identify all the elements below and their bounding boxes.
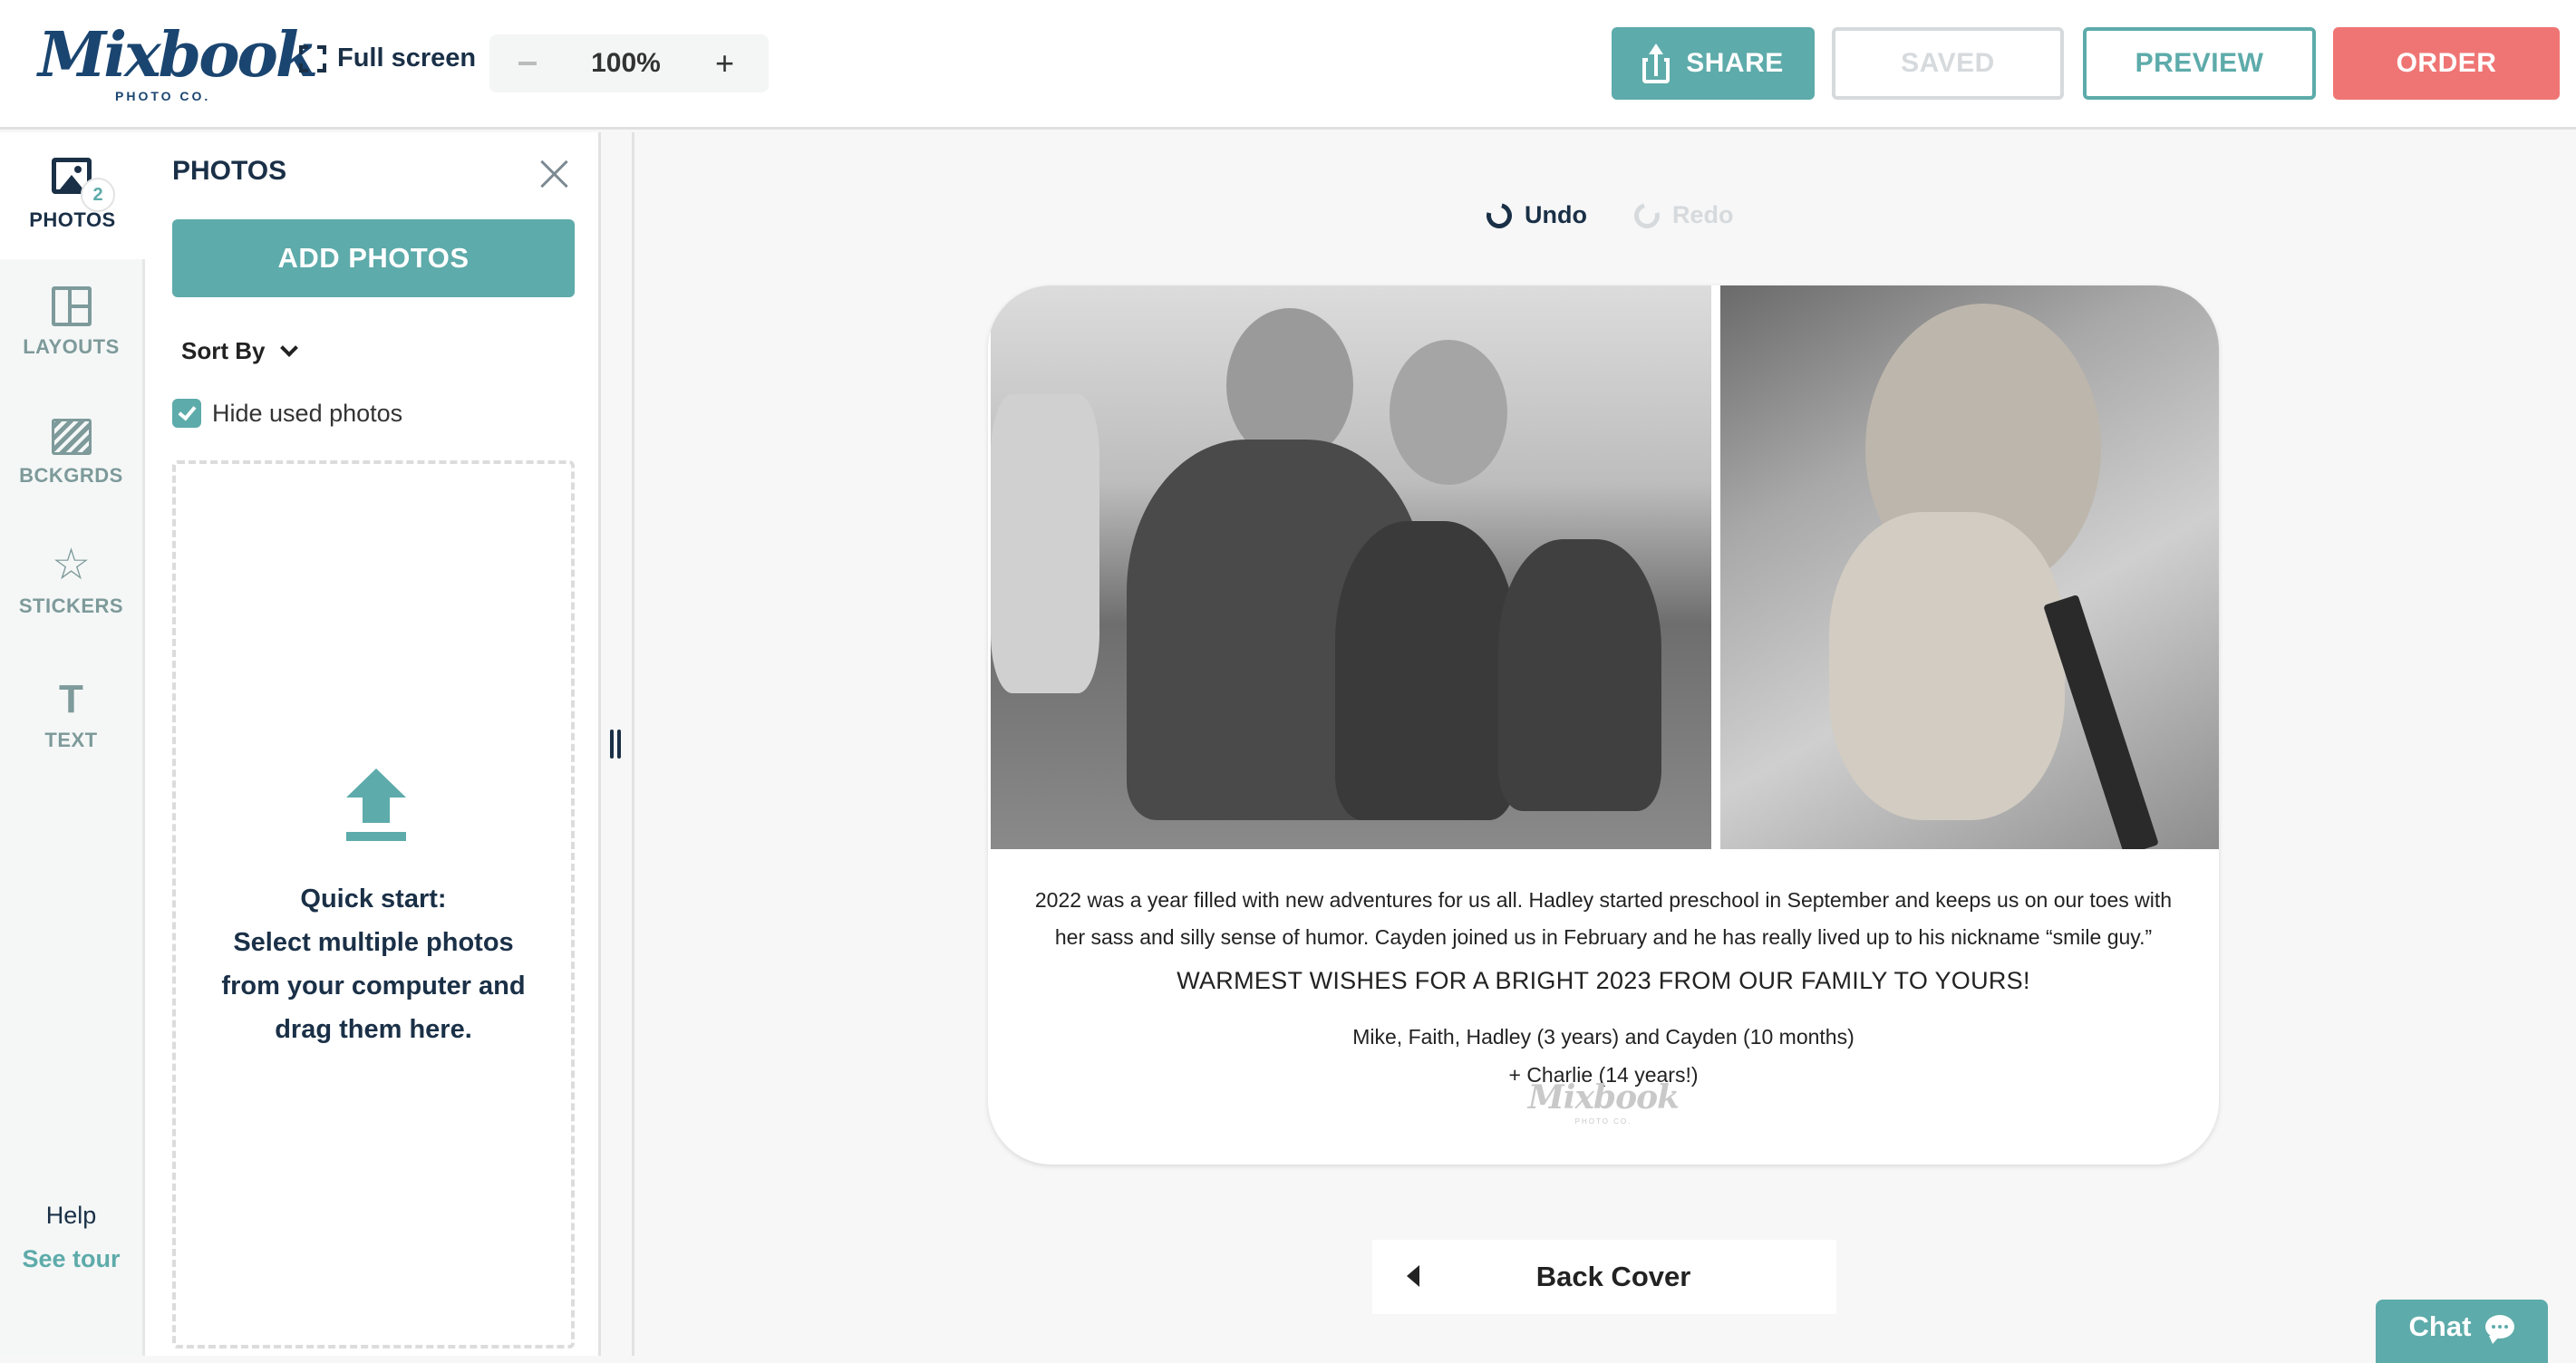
rail-item-backgrounds[interactable]: BCKGRDS (0, 419, 142, 546)
undo-label: Undo (1525, 201, 1587, 228)
zoom-out-button[interactable] (518, 62, 537, 65)
signature-line: Mike, Faith, Hadley (3 years) and Cayden… (1352, 1025, 1855, 1049)
rail-label: PHOTOS (29, 208, 116, 231)
sort-by-label: Sort By (181, 337, 266, 364)
zoom-level: 100% (591, 48, 661, 78)
watermark-subtitle: PHOTO CO. (1574, 1117, 1632, 1126)
redo-button[interactable]: Redo (1629, 198, 1734, 233)
current-page-label: Back Cover (1535, 1261, 1691, 1292)
fullscreen-label: Full screen (337, 44, 477, 72)
quick-start-line: Select multiple photos (233, 928, 514, 957)
card-page: 2022 was a year filled with new adventur… (988, 285, 2219, 1165)
photo-shape (1335, 521, 1516, 820)
zoom-control: 100% + (489, 34, 769, 92)
redo-icon (1629, 198, 1665, 233)
rail-label: STICKERS (18, 594, 124, 617)
photo-dropzone[interactable]: Quick start: Select multiple photos from… (172, 460, 575, 1348)
add-photos-button[interactable]: ADD PHOTOS (172, 219, 575, 297)
hide-used-label: Hide used photos (212, 399, 403, 427)
photo-shape (1829, 512, 2065, 820)
rail-label: BCKGRDS (19, 464, 123, 487)
family-photo[interactable] (991, 285, 1711, 849)
rail-item-photos[interactable]: 2 PHOTOS (0, 132, 145, 259)
chat-label: Chat (2408, 1310, 2472, 1342)
undo-button[interactable]: Undo (1481, 198, 1587, 233)
rail-item-text[interactable]: T TEXT (0, 680, 142, 807)
share-button[interactable]: SHARE (1612, 27, 1815, 100)
quick-start-line: Quick start: (300, 884, 447, 914)
photo-shape (991, 394, 1099, 693)
tool-rail: 2 PHOTOS LAYOUTS BCKGRDS ☆ STICKERS T TE… (0, 132, 145, 1356)
rail-label: TEXT (44, 729, 98, 751)
rail-item-layouts[interactable]: LAYOUTS (0, 286, 142, 413)
panel-title: PHOTOS (172, 156, 287, 186)
panel-resize-handle[interactable] (609, 730, 622, 759)
share-icon (1642, 44, 1671, 83)
logo-wordmark: Mixbook (38, 19, 318, 92)
hide-used-checkbox[interactable] (172, 399, 201, 428)
logo-subtitle: PHOTO CO. (115, 89, 211, 103)
card-greeting[interactable]: WARMEST WISHES FOR A BRIGHT 2023 FROM OU… (988, 967, 2219, 995)
help-link[interactable]: Help (0, 1202, 142, 1230)
image-icon: 2 (52, 158, 115, 212)
mixbook-logo[interactable]: Mixbook PHOTO CO. (38, 24, 318, 105)
undo-icon (1481, 198, 1517, 233)
zoom-in-button[interactable]: + (715, 47, 734, 80)
quick-start-line: from your computer and (221, 972, 526, 1000)
chat-button[interactable]: Chat (2376, 1300, 2548, 1363)
photo-shape (1498, 539, 1661, 811)
layout-icon (51, 286, 92, 326)
saved-button[interactable]: SAVED (1832, 27, 2064, 100)
star-icon: ☆ (51, 541, 92, 589)
chat-bubble-icon (2485, 1315, 2515, 1344)
text-icon: T (59, 677, 83, 721)
photos-panel: PHOTOS ADD PHOTOS Sort By Hide used phot… (145, 132, 601, 1356)
chevron-down-icon (280, 338, 299, 357)
quick-start-text: Quick start: Select multiple photos from… (176, 877, 571, 1051)
see-tour-link[interactable]: See tour (0, 1245, 142, 1273)
share-label: SHARE (1686, 48, 1784, 78)
photo-count-badge: 2 (81, 178, 115, 212)
mixbook-watermark: Mixbook (1527, 1078, 1680, 1116)
upload-icon (346, 768, 406, 841)
close-panel-icon[interactable] (540, 160, 569, 188)
hide-used-photos-toggle[interactable]: Hide used photos (172, 399, 402, 428)
sort-by-dropdown[interactable]: Sort By (181, 337, 299, 365)
page-navigator[interactable]: Back Cover (1372, 1240, 1836, 1314)
rail-item-stickers[interactable]: ☆ STICKERS (0, 541, 142, 672)
card-message[interactable]: 2022 was a year filled with new adventur… (988, 882, 2219, 956)
fullscreen-icon (299, 44, 326, 72)
previous-page-icon[interactable] (1407, 1265, 1419, 1287)
redo-label: Redo (1672, 201, 1734, 228)
preview-button[interactable]: PREVIEW (2083, 27, 2316, 100)
rail-label: LAYOUTS (23, 335, 120, 358)
dog-photo[interactable] (1720, 285, 2219, 849)
message-line: 2022 was a year filled with new adventur… (1034, 888, 2173, 912)
background-icon (51, 419, 92, 455)
top-header: Mixbook PHOTO CO. Full screen 100% + SHA… (0, 0, 2576, 130)
quick-start-line: drag them here. (275, 1015, 472, 1044)
photo-shape (1390, 340, 1507, 485)
fullscreen-button[interactable]: Full screen (299, 44, 476, 73)
order-button[interactable]: ORDER (2333, 27, 2560, 100)
message-line: her sass and silly sense of humor. Cayde… (1054, 925, 2153, 949)
